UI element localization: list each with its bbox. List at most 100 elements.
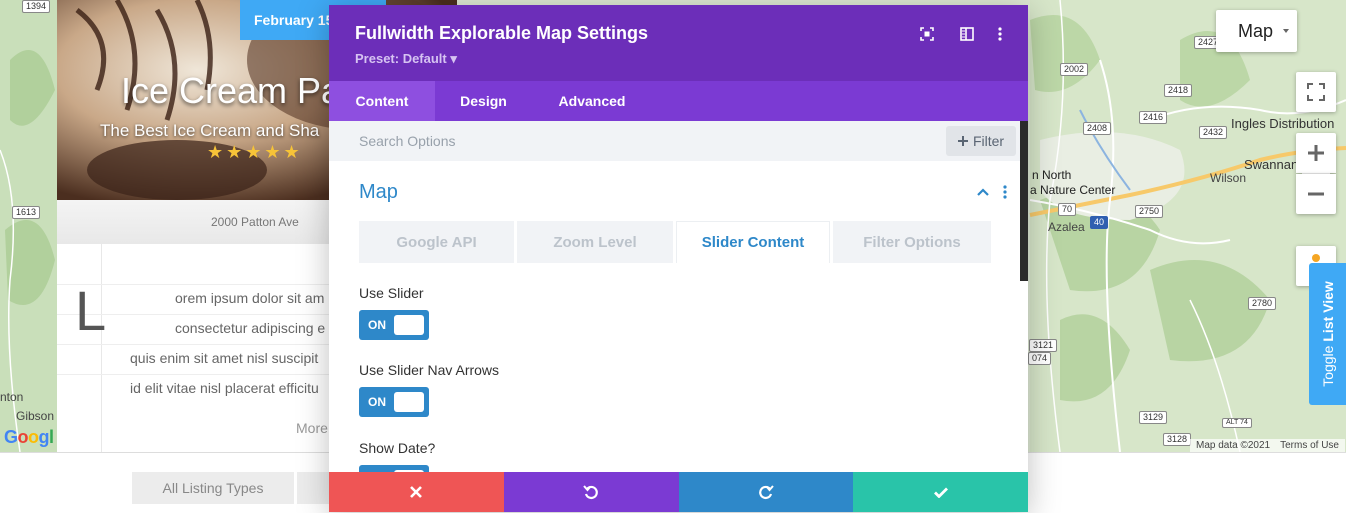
caret-down-icon <box>1283 29 1289 33</box>
road-shield: 2408 <box>1083 122 1112 135</box>
listing-text-line: id elit vitae nisl placerat efficitu <box>130 380 319 396</box>
section-sub-tabs: Google API Zoom Level Slider Content Fil… <box>359 221 991 263</box>
all-listing-types-button[interactable]: All Listing Types <box>132 472 294 504</box>
plus-icon <box>957 136 968 146</box>
save-button[interactable] <box>853 472 1028 512</box>
toggle-state: ON <box>368 318 386 332</box>
option-label-use-slider: Use Slider <box>359 285 424 301</box>
checkmark-icon <box>933 487 948 498</box>
map-type-label: Map <box>1238 20 1274 41</box>
road-shield: ALT 74 <box>1222 418 1252 428</box>
road-shield: 2432 <box>1199 126 1228 139</box>
modal-header: Fullwidth Explorable Map Settings Preset… <box>329 5 1028 81</box>
cancel-button[interactable] <box>329 472 504 512</box>
map-type-select[interactable]: Map <box>1216 10 1297 52</box>
listing-text-line: quis enim sit amet nisl suscipit <box>130 350 319 366</box>
sub-tab-zoom-level[interactable]: Zoom Level <box>517 221 673 263</box>
road-shield: 2780 <box>1248 297 1277 310</box>
road-shield: 3121 <box>1029 339 1058 352</box>
terms-of-use-link[interactable]: Terms of Use <box>1280 439 1339 452</box>
toggle-list-view-button[interactable]: Toggle List View <box>1309 263 1346 405</box>
listing-address: 2000 Patton Ave <box>211 215 299 229</box>
zoom-out-button[interactable] <box>1296 174 1336 214</box>
close-icon <box>410 486 423 498</box>
preset-selector[interactable]: Preset: Default ▾ <box>355 51 457 67</box>
listing-text-line: orem ipsum dolor sit am <box>175 290 325 306</box>
modal-tabs: Content Design Advanced <box>329 81 1028 121</box>
modal-footer <box>329 472 1028 512</box>
map-town-label: nton <box>0 390 24 404</box>
option-label-show-date: Show Date? <box>359 440 436 456</box>
toggle-list-label: Toggle List View <box>1319 281 1336 387</box>
toggle-knob <box>394 315 424 335</box>
fullscreen-button[interactable] <box>1296 72 1336 112</box>
divider <box>101 244 102 452</box>
toggle-knob <box>394 392 424 412</box>
tab-design[interactable]: Design <box>435 81 532 121</box>
road-shield: 70 <box>1058 203 1077 216</box>
tab-advanced[interactable]: Advanced <box>532 81 652 121</box>
road-shield: 2750 <box>1135 205 1164 218</box>
listing-text-line: consectetur adipiscing e <box>175 320 326 336</box>
filter-options-button[interactable]: Filter <box>946 126 1016 156</box>
road-shield: 074 <box>1028 352 1052 365</box>
road-shield: 3128 <box>1163 433 1192 446</box>
map-place-label: n North <box>1032 168 1072 182</box>
date-day: February 15 <box>254 12 334 28</box>
map-place-label: a Nature Center <box>1030 183 1116 197</box>
undo-icon <box>583 485 598 500</box>
option-label-nav-arrows: Use Slider Nav Arrows <box>359 362 500 378</box>
map-town-label: Azalea <box>1048 220 1085 234</box>
section-more-button[interactable] <box>998 185 1012 199</box>
road-shield: 1613 <box>12 206 41 219</box>
snap-sidebar-button[interactable] <box>958 25 976 43</box>
map-place-label: Ingles Distribution <box>1231 116 1335 131</box>
tab-content[interactable]: Content <box>329 81 435 121</box>
use-slider-nav-arrows-toggle[interactable]: ON <box>359 387 429 417</box>
toggle-state: ON <box>368 395 386 409</box>
road-shield: 3129 <box>1139 411 1168 424</box>
google-logo: Googl <box>4 427 54 447</box>
map-town-label: Wilson <box>1210 171 1247 185</box>
modal-title: Fullwidth Explorable Map Settings <box>355 23 649 43</box>
map-attribution: Map data ©2021 Terms of Use <box>1190 439 1345 452</box>
map-data-credit: Map data ©2021 <box>1196 440 1271 451</box>
columns-icon <box>960 27 974 41</box>
redo-icon <box>759 485 774 500</box>
more-link[interactable]: More <box>296 420 328 436</box>
modal-more-button[interactable] <box>991 25 1009 43</box>
listing-subtitle: The Best Ice Cream and Sha <box>100 121 320 140</box>
search-options-bar: Filter <box>329 121 1028 161</box>
drop-cap-letter: L <box>75 279 107 342</box>
more-vertical-icon <box>1003 185 1007 199</box>
undo-button[interactable] <box>503 472 679 512</box>
road-shield: 2416 <box>1139 111 1168 124</box>
road-shield: 2418 <box>1164 84 1193 97</box>
sub-tab-filter-options[interactable]: Filter Options <box>833 221 991 263</box>
minus-icon <box>1308 192 1324 196</box>
map-place-label: Swannan <box>1244 157 1299 172</box>
search-options-input[interactable] <box>329 121 929 161</box>
listing-title[interactable]: Ice Cream Pa <box>121 70 341 112</box>
expand-modal-button[interactable] <box>918 25 936 43</box>
section-title-map[interactable]: Map <box>359 181 398 204</box>
road-shield: 2002 <box>1060 63 1089 76</box>
rating-stars: ★★★★★ <box>207 142 303 162</box>
modal-scrollbar[interactable] <box>1020 121 1028 281</box>
collapse-section-button[interactable] <box>976 185 990 199</box>
sub-tab-slider-content[interactable]: Slider Content <box>676 221 830 263</box>
road-shield: 40 <box>1090 216 1109 229</box>
map-town-label: Gibson <box>16 409 55 423</box>
fullscreen-icon <box>1307 83 1325 101</box>
more-vertical-icon <box>998 27 1002 41</box>
plus-icon <box>1308 145 1324 161</box>
sub-tab-google-api[interactable]: Google API <box>359 221 514 263</box>
chevron-up-icon <box>977 188 989 196</box>
module-settings-modal: Fullwidth Explorable Map Settings Preset… <box>329 5 1028 512</box>
filter-label: Filter <box>972 133 1005 149</box>
redo-button[interactable] <box>678 472 854 512</box>
use-slider-toggle[interactable]: ON <box>359 310 429 340</box>
zoom-in-button[interactable] <box>1296 133 1336 173</box>
road-shield: 1394 <box>22 0 51 13</box>
expand-icon <box>920 27 934 41</box>
